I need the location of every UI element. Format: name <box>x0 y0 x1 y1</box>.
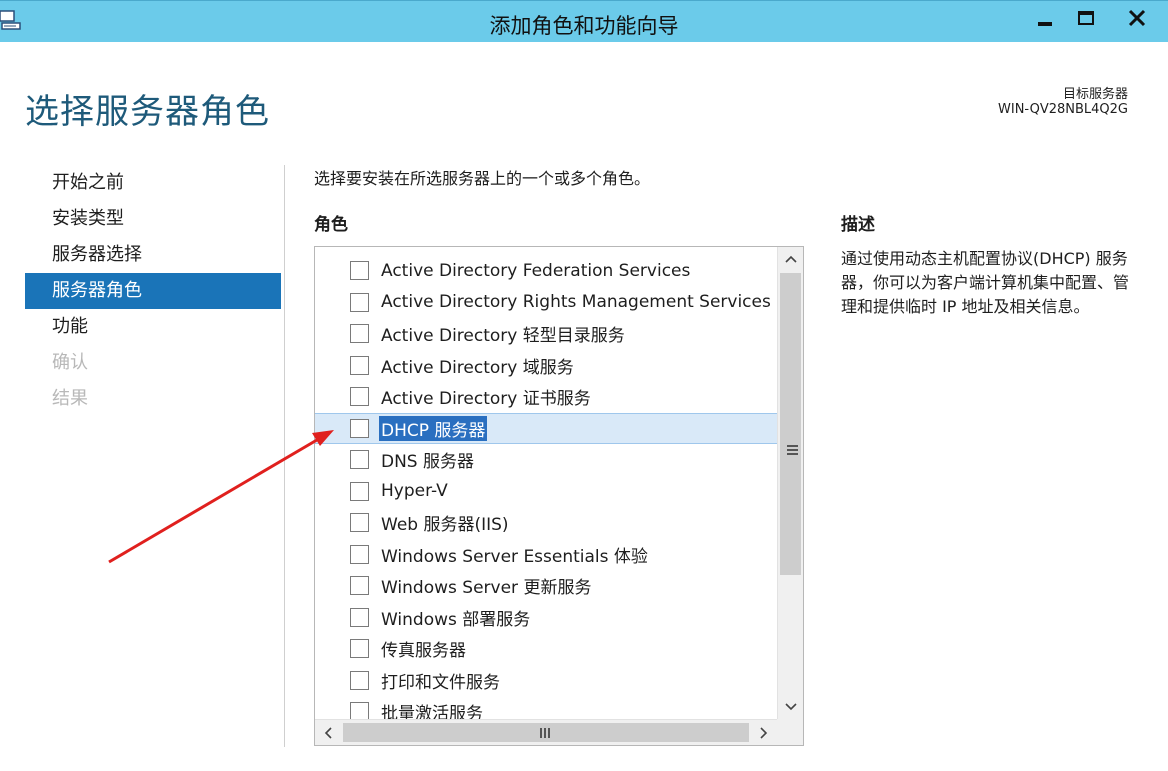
destination-server-label: 目标服务器 <box>1062 87 1128 102</box>
role-checkbox[interactable] <box>350 355 369 375</box>
role-row-adrms[interactable]: Active Directory Rights Management Servi… <box>315 287 777 319</box>
horizontal-scroll-thumb[interactable] <box>343 723 749 742</box>
role-label: Active Directory 证书服务 <box>381 389 591 410</box>
role-row-print-file[interactable]: 打印和文件服务 <box>315 665 777 697</box>
chevron-left-icon <box>324 727 332 739</box>
window-title: 添加角色和功能向导 <box>489 14 679 38</box>
role-checkbox[interactable] <box>350 324 369 344</box>
role-label: Web 服务器(IIS) <box>381 515 509 536</box>
role-label: 打印和文件服务 <box>381 672 500 693</box>
scrollbar-corner <box>777 719 803 745</box>
role-row-adfs[interactable]: Active Directory Federation Services <box>315 255 777 287</box>
role-row-iis[interactable]: Web 服务器(IIS) <box>315 507 777 539</box>
nav-item-server-selection[interactable]: 服务器选择 <box>25 237 281 273</box>
destination-server-name: WIN-QV28NBL4Q2G <box>998 102 1128 117</box>
title-bar: 添加角色和功能向导 <box>0 0 1168 42</box>
role-checkbox[interactable] <box>350 450 369 470</box>
role-row-essentials[interactable]: Windows Server Essentials 体验 <box>315 539 777 571</box>
annotation-arrow-icon <box>108 435 323 564</box>
scroll-grip-icon <box>787 445 798 457</box>
scroll-grip-icon <box>540 728 550 738</box>
nav-item-before-you-begin[interactable]: 开始之前 <box>25 165 281 201</box>
role-checkbox[interactable] <box>350 292 369 312</box>
role-label: Active Directory Federation Services <box>381 260 691 281</box>
role-checkbox[interactable] <box>350 387 369 407</box>
roles-heading: 角色 <box>314 215 348 235</box>
nav-divider <box>284 165 285 747</box>
page-title: 选择服务器角色 <box>25 92 270 132</box>
role-label: Windows Server 更新服务 <box>381 578 592 599</box>
scroll-down-button[interactable] <box>778 695 803 719</box>
vertical-scrollbar[interactable] <box>777 247 803 719</box>
role-checkbox[interactable] <box>350 481 369 501</box>
role-label: DHCP 服务器 <box>379 415 488 441</box>
description-heading: 描述 <box>841 215 875 235</box>
role-label: 传真服务器 <box>381 641 466 662</box>
nav-item-server-roles[interactable]: 服务器角色 <box>25 273 281 309</box>
role-row-wsus[interactable]: Windows Server 更新服务 <box>315 570 777 602</box>
role-label: DNS 服务器 <box>381 452 475 473</box>
chevron-down-icon <box>785 703 797 711</box>
role-row-adlds[interactable]: Active Directory 轻型目录服务 <box>315 318 777 350</box>
scroll-up-button[interactable] <box>778 247 803 271</box>
nav-item-results: 结果 <box>52 388 88 409</box>
minimize-button[interactable] <box>1024 1 1066 35</box>
instruction-text: 选择要安装在所选服务器上的一个或多个角色。 <box>314 169 651 188</box>
roles-list[interactable]: Active Directory Federation Services Act… <box>314 246 804 746</box>
scroll-right-button[interactable] <box>751 720 777 745</box>
close-button[interactable] <box>1106 1 1168 35</box>
chevron-up-icon <box>785 255 797 263</box>
scroll-left-button[interactable] <box>315 720 341 745</box>
role-checkbox[interactable] <box>350 639 369 659</box>
role-checkbox[interactable] <box>350 607 369 627</box>
minimize-icon <box>1038 22 1052 26</box>
role-label: Active Directory 域服务 <box>381 357 574 378</box>
description-text: 通过使用动态主机配置协议(DHCP) 服务器，你可以为客户端计算机集中配置、管理… <box>841 249 1130 316</box>
role-row-wds[interactable]: Windows 部署服务 <box>315 602 777 634</box>
nav-item-features[interactable]: 功能 <box>25 309 281 345</box>
role-row-fax[interactable]: 传真服务器 <box>315 633 777 665</box>
maximize-button[interactable] <box>1066 1 1106 35</box>
role-label: Active Directory Rights Management Servi… <box>381 292 771 313</box>
role-row-adds[interactable]: Active Directory 域服务 <box>315 350 777 382</box>
role-checkbox[interactable] <box>350 261 369 281</box>
role-checkbox[interactable] <box>350 576 369 596</box>
role-label: Windows 部署服务 <box>381 609 531 630</box>
role-label: Windows Server Essentials 体验 <box>381 546 648 567</box>
role-label: Hyper-V <box>381 481 448 502</box>
wizard-steps-nav: 开始之前 安装类型 服务器选择 服务器角色 功能 确认 结果 <box>25 165 281 417</box>
maximize-icon <box>1078 11 1094 25</box>
role-checkbox[interactable] <box>350 544 369 564</box>
role-checkbox[interactable] <box>350 670 369 690</box>
role-checkbox[interactable] <box>350 418 369 438</box>
horizontal-scrollbar[interactable] <box>315 719 777 745</box>
close-icon <box>1128 9 1146 27</box>
nav-item-confirmation: 确认 <box>52 352 88 373</box>
role-row-adcs[interactable]: Active Directory 证书服务 <box>315 381 777 413</box>
role-checkbox[interactable] <box>350 513 369 533</box>
role-row-hyper-v[interactable]: Hyper-V <box>315 476 777 508</box>
role-row-dhcp[interactable]: DHCP 服务器 <box>315 412 777 444</box>
role-label: Active Directory 轻型目录服务 <box>381 326 625 347</box>
chevron-right-icon <box>760 727 768 739</box>
roles-list-rows: Active Directory Federation Services Act… <box>315 255 777 728</box>
role-row-dns[interactable]: DNS 服务器 <box>315 444 777 476</box>
nav-item-installation-type[interactable]: 安装类型 <box>25 201 281 237</box>
vertical-scroll-thumb[interactable] <box>780 273 801 575</box>
